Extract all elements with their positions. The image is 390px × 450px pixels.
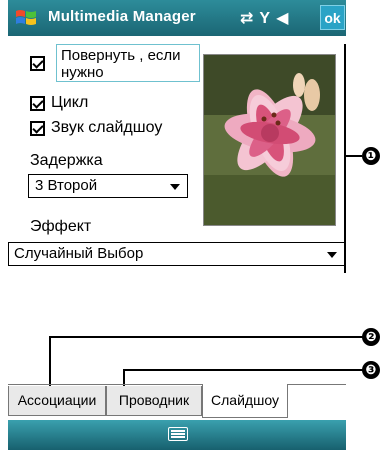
callout-bracket — [344, 44, 346, 273]
loop-option[interactable]: Цикл — [30, 94, 88, 112]
loop-label: Цикл — [51, 94, 89, 111]
bottom-menu-bar — [8, 420, 346, 450]
chevron-down-icon — [327, 252, 337, 258]
title-bar: Multimedia Manager ⇄ Y ◀ ok — [8, 0, 346, 36]
slideshow-preview-image — [203, 54, 336, 226]
sound-option[interactable]: Звук слайдшоу — [30, 119, 162, 137]
rotate-option[interactable] — [30, 56, 51, 71]
callout-badge-1: ❶ — [362, 147, 380, 165]
callout-line-2 — [49, 336, 363, 338]
effect-label: Эффект — [30, 218, 92, 235]
slideshow-settings-panel: Повернуть , если нужно Цикл Звук слайдшо… — [8, 36, 346, 274]
delay-select[interactable]: 3 Второй — [28, 174, 188, 198]
rotate-checkbox[interactable] — [30, 56, 45, 71]
callout-line-1 — [346, 155, 362, 157]
tab-explorer[interactable]: Проводник — [106, 386, 202, 416]
tab-bar: Ассоциации Проводник Слайдшоу — [8, 384, 346, 420]
callout-line-2-vertical — [49, 336, 51, 388]
status-icons: ⇄ Y ◀ — [240, 8, 294, 28]
effect-value: Случайный Выбор — [14, 245, 144, 262]
rotate-label: Повернуть , если нужно — [56, 44, 200, 82]
loop-checkbox[interactable] — [30, 95, 45, 111]
callout-badge-2: ❷ — [362, 328, 380, 346]
volume-icon[interactable]: ◀ — [276, 10, 288, 27]
start-menu-icon[interactable] — [14, 6, 38, 30]
keyboard-icon[interactable] — [168, 427, 188, 441]
sound-checkbox[interactable] — [30, 120, 45, 136]
signal-icon[interactable]: Y — [259, 10, 270, 27]
effect-select[interactable]: Случайный Выбор — [8, 242, 345, 266]
sound-label: Звук слайдшоу — [51, 119, 163, 136]
delay-value: 3 Второй — [35, 177, 98, 194]
callout-line-3 — [123, 369, 363, 371]
callout-badge-3: ❸ — [362, 361, 380, 379]
connectivity-icon[interactable]: ⇄ — [240, 10, 253, 27]
chevron-down-icon — [170, 184, 180, 190]
ok-button[interactable]: ok — [320, 5, 345, 30]
tab-associations[interactable]: Ассоциации — [8, 386, 106, 416]
tab-slideshow[interactable]: Слайдшоу — [202, 384, 288, 418]
delay-label: Задержка — [30, 152, 103, 169]
app-title: Multimedia Manager — [48, 8, 196, 25]
